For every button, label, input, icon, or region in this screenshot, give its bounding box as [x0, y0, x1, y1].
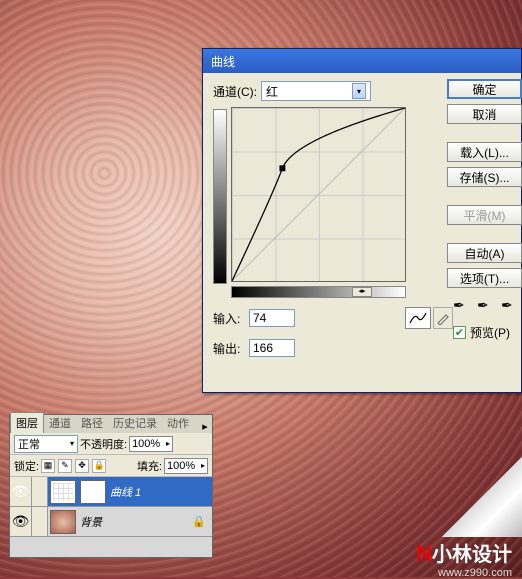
channel-value: 红: [266, 83, 278, 100]
eyedropper-gray-icon[interactable]: ✒: [477, 297, 495, 315]
watermark: N小林设计: [416, 538, 512, 567]
preview-checkbox[interactable]: ✔: [453, 326, 466, 339]
layer-name: 背景: [80, 514, 102, 530]
save-button[interactable]: 存储(S)...: [447, 167, 522, 187]
dialog-title: 曲线: [211, 53, 235, 70]
eye-icon: 👁: [12, 513, 30, 530]
lock-label: 锁定:: [14, 458, 39, 474]
curve-grid[interactable]: [231, 107, 406, 282]
lock-pixels-icon[interactable]: ✎: [58, 459, 72, 473]
input-field[interactable]: [249, 309, 295, 327]
smooth-button: 平滑(M): [447, 205, 522, 225]
layer-thumb-icon: [50, 510, 76, 534]
opacity-value: 100%: [132, 438, 160, 450]
watermark-url: www.z990.com: [438, 567, 512, 579]
tab-paths[interactable]: 路径: [76, 413, 108, 433]
curves-dialog: 曲线 通道(C): 红 ▾ ◂▸: [202, 48, 522, 393]
cancel-button[interactable]: 取消: [447, 104, 522, 124]
channel-label: 通道(C):: [213, 83, 257, 100]
layer-list-empty: [10, 537, 212, 557]
curve-path: [232, 108, 405, 281]
layer-item-background[interactable]: 👁 背景 🔒: [10, 507, 212, 537]
watermark-text: 小林设计: [432, 544, 512, 566]
eyedropper-white-icon[interactable]: ✒: [501, 297, 519, 315]
curve-control-point[interactable]: [279, 165, 285, 171]
blend-mode-value: 正常: [18, 436, 40, 452]
output-label: 输出:: [213, 340, 249, 357]
lock-icon: 🔒: [192, 515, 206, 528]
panel-tabs: 图层 通道 路径 历史记录 动作 ▸: [10, 415, 212, 433]
eyedropper-black-icon[interactable]: ✒: [453, 297, 471, 315]
fill-label: 填充:: [137, 458, 162, 474]
vertical-gradient-ramp: [213, 109, 227, 284]
panel-menu-icon[interactable]: ▸: [198, 420, 212, 433]
opacity-label: 不透明度:: [80, 436, 127, 452]
preview-label: 预览(P): [470, 324, 510, 341]
curve-tool-button[interactable]: [405, 307, 431, 329]
blend-mode-select[interactable]: 正常 ▾: [14, 435, 78, 453]
options-button[interactable]: 选项(T)...: [447, 268, 522, 288]
dialog-titlebar[interactable]: 曲线: [203, 49, 521, 73]
chevron-down-icon: ▾: [352, 83, 366, 99]
link-column[interactable]: [32, 477, 48, 506]
layer-name: 曲线 1: [110, 484, 141, 500]
page-curl-decoration: [442, 457, 522, 537]
adjustment-thumb-icon: [50, 480, 76, 504]
tab-actions[interactable]: 动作: [162, 413, 194, 433]
lock-all-icon[interactable]: 🔒: [92, 459, 106, 473]
load-button[interactable]: 载入(L)...: [447, 142, 522, 162]
tab-history[interactable]: 历史记录: [108, 413, 162, 433]
visibility-toggle[interactable]: 👁: [10, 507, 32, 536]
opacity-input[interactable]: 100%▸: [129, 436, 173, 452]
fill-value: 100%: [167, 460, 195, 472]
eye-icon: 👁: [12, 483, 30, 500]
visibility-toggle[interactable]: 👁: [10, 477, 32, 506]
layers-panel: 图层 通道 路径 历史记录 动作 ▸ 正常 ▾ 不透明度: 100%▸ 锁定: …: [9, 414, 213, 558]
auto-button[interactable]: 自动(A): [447, 243, 522, 263]
gradient-toggle-icon[interactable]: ◂▸: [352, 287, 372, 297]
tab-layers[interactable]: 图层: [10, 412, 44, 433]
ok-button[interactable]: 确定: [447, 79, 522, 99]
output-field[interactable]: [249, 339, 295, 357]
lock-position-icon[interactable]: ✥: [75, 459, 89, 473]
fill-input[interactable]: 100%▸: [164, 458, 208, 474]
curve-tool-icon: [409, 311, 427, 325]
mask-thumb-icon: [80, 480, 106, 504]
horizontal-gradient-ramp: [231, 286, 406, 298]
watermark-logo-icon: N: [416, 541, 432, 566]
lock-transparency-icon[interactable]: ▦: [41, 459, 55, 473]
channel-select[interactable]: 红 ▾: [261, 81, 371, 101]
chevron-down-icon: ▾: [70, 439, 74, 448]
layer-list: 👁 曲线 1 👁 背景 🔒: [10, 477, 212, 557]
layer-item-curves[interactable]: 👁 曲线 1: [10, 477, 212, 507]
input-label: 输入:: [213, 310, 249, 327]
tab-channels[interactable]: 通道: [44, 413, 76, 433]
link-column[interactable]: [32, 507, 48, 536]
